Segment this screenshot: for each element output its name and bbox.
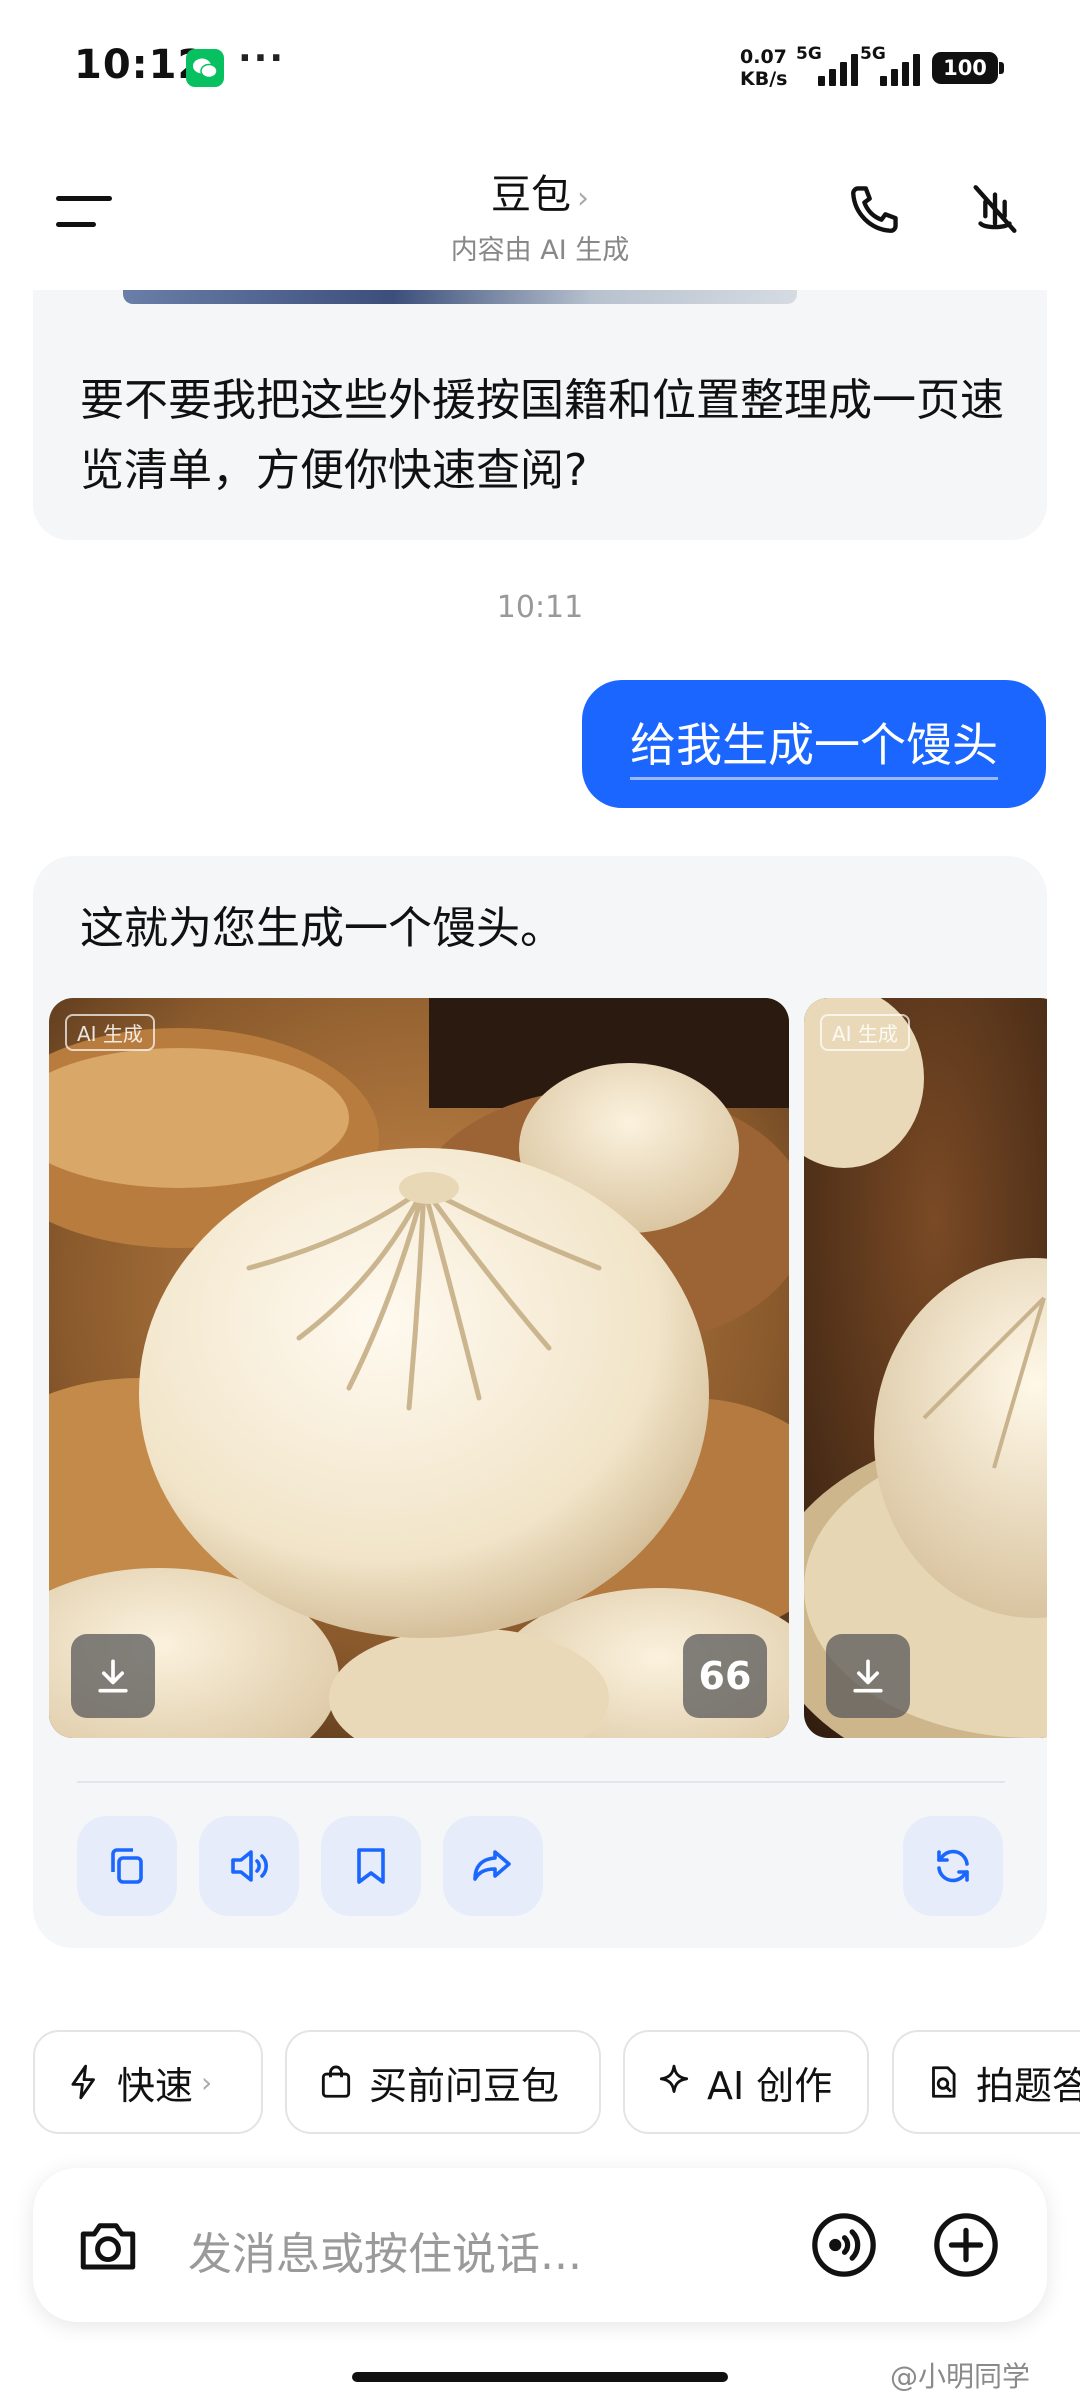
message-timestamp: 10:11 bbox=[496, 590, 584, 625]
message-input-bar[interactable]: 发消息或按住说话... bbox=[33, 2168, 1047, 2322]
photo-question-label: 拍题答疑 bbox=[976, 2063, 1080, 2108]
steamed-bun-image-2 bbox=[804, 998, 1047, 1738]
camera-icon[interactable] bbox=[73, 2210, 143, 2280]
battery-icon: 100 bbox=[932, 52, 998, 84]
generated-image-2[interactable]: AI 生成 bbox=[804, 998, 1047, 1738]
steamed-bun-image bbox=[49, 998, 789, 1738]
chat-header: 豆包 › 内容由 AI 生成 bbox=[0, 140, 1080, 290]
ask-before-buy-chip[interactable]: 买前问豆包 bbox=[285, 2030, 601, 2134]
bot-reply-card: 这就为您生成一个馒头。 AI 生成 66 AI 生成 bbox=[33, 856, 1047, 1948]
ask-before-buy-label: 买前问豆包 bbox=[369, 2063, 560, 2108]
download-icon[interactable] bbox=[71, 1634, 155, 1718]
home-indicator[interactable] bbox=[352, 2372, 728, 2382]
generated-image-1[interactable]: AI 生成 66 bbox=[49, 998, 789, 1738]
sim2-signal-icon: 5G bbox=[860, 44, 924, 86]
copy-icon[interactable] bbox=[77, 1816, 177, 1916]
sparkle-icon bbox=[659, 2064, 689, 2093]
network-speed: 0.07 KB/s bbox=[740, 46, 787, 90]
menu-icon[interactable] bbox=[56, 192, 112, 228]
share-icon[interactable] bbox=[443, 1816, 543, 1916]
title-chevron-icon: › bbox=[577, 181, 589, 216]
previous-image-thumbnail[interactable] bbox=[123, 290, 797, 304]
card-divider bbox=[77, 1781, 1005, 1783]
voice-call-icon[interactable] bbox=[809, 2210, 879, 2280]
download-icon-2[interactable] bbox=[826, 1634, 910, 1718]
user-message-bubble[interactable]: 给我生成一个馒头 bbox=[582, 680, 1046, 808]
sim1-signal-icon: 5G bbox=[796, 44, 858, 86]
quick-mode-label: 快速 bbox=[117, 2063, 194, 2108]
network-speed-unit: KB/s bbox=[740, 68, 788, 90]
status-bar: 10:12 ··· 0.07 KB/s 5G 5G 100 bbox=[0, 0, 1080, 130]
add-icon[interactable] bbox=[931, 2210, 1001, 2280]
regenerate-icon[interactable] bbox=[903, 1816, 1003, 1916]
phone-call-icon[interactable] bbox=[840, 174, 910, 244]
ai-create-chip[interactable]: AI 创作 bbox=[623, 2030, 869, 2134]
ai-create-label: AI 创作 bbox=[707, 2063, 833, 2108]
page-title: 豆包 bbox=[491, 172, 571, 218]
lightning-icon bbox=[71, 2064, 95, 2100]
network-speed-value: 0.07 bbox=[740, 46, 787, 68]
bot-reply-text: 这就为您生成一个馒头。 bbox=[80, 903, 564, 954]
chevron-right-icon: › bbox=[201, 2065, 213, 2099]
chat-title-area[interactable]: 豆包 › 内容由 AI 生成 bbox=[340, 162, 740, 267]
message-input-field[interactable]: 发消息或按住说话... bbox=[188, 2218, 582, 2282]
user-message-text: 给我生成一个馒头 bbox=[630, 709, 998, 780]
weibo-watermark: @小明同学 bbox=[890, 2360, 1031, 2393]
shopping-bag-icon bbox=[321, 2065, 351, 2098]
ai-generated-tag-2: AI 生成 bbox=[820, 1014, 910, 1051]
chat-screen: 10:12 ··· 0.07 KB/s 5G 5G 100 豆包 › 内容由 A… bbox=[0, 0, 1080, 2400]
bookmark-icon[interactable] bbox=[321, 1816, 421, 1916]
more-notifications-icon: ··· bbox=[238, 38, 286, 79]
ai-disclaimer-subtitle: 内容由 AI 生成 bbox=[450, 235, 630, 266]
previous-bot-text: 要不要我把这些外援按国籍和位置整理成一页速览清单，方便你快速查阅? bbox=[80, 375, 1004, 496]
photo-question-chip[interactable]: 拍题答疑 bbox=[892, 2030, 1080, 2134]
wechat-notification-icon bbox=[186, 49, 224, 87]
photo-question-icon bbox=[932, 2066, 956, 2098]
speaker-icon[interactable] bbox=[199, 1816, 299, 1916]
quote-image-button[interactable]: 66 bbox=[683, 1634, 767, 1718]
battery-tip bbox=[999, 62, 1004, 74]
speaker-mute-icon[interactable] bbox=[960, 174, 1030, 244]
quick-mode-chip[interactable]: 快速 › bbox=[33, 2030, 263, 2134]
ai-generated-tag: AI 生成 bbox=[65, 1014, 155, 1051]
